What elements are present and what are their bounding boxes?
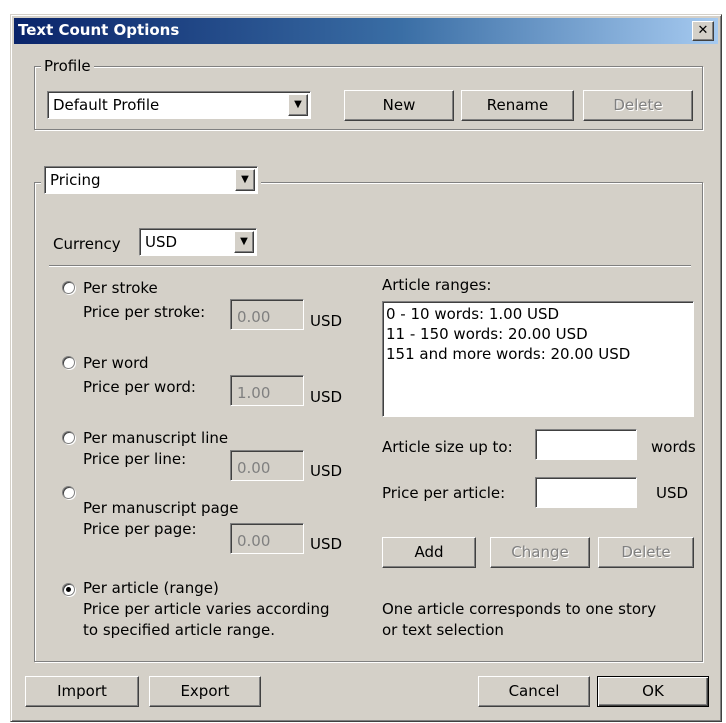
article-note-2: or text selection: [382, 621, 504, 639]
currency-label: Currency: [53, 235, 121, 253]
profile-select-value: Default Profile: [53, 96, 160, 114]
price-per-word-unit: USD: [310, 388, 343, 406]
profile-select[interactable]: Default Profile ▼: [47, 91, 311, 119]
per-article-description-1: Price per article varies according: [83, 600, 330, 618]
text-count-options-dialog: Text Count Options ✕ Profile Default Pro…: [10, 14, 722, 722]
price-per-page-label: Price per page:: [83, 520, 197, 538]
per-stroke-label[interactable]: Per stroke: [83, 279, 158, 297]
price-per-article-label: Price per article:: [382, 484, 506, 502]
list-item[interactable]: 0 - 10 words: 1.00 USD: [386, 305, 559, 323]
price-per-page-input[interactable]: 0.00: [230, 523, 304, 554]
price-per-article-input[interactable]: [535, 477, 637, 508]
price-per-article-unit: USD: [656, 484, 689, 502]
price-per-stroke-unit: USD: [310, 312, 343, 330]
price-per-word-value: 1.00: [237, 384, 271, 402]
section-select-value: Pricing: [50, 171, 101, 189]
per-article-label[interactable]: Per article (range): [83, 579, 219, 597]
price-per-line-unit: USD: [310, 462, 343, 480]
price-per-line-label: Price per line:: [83, 450, 187, 468]
ok-button[interactable]: OK: [597, 676, 709, 707]
cancel-button[interactable]: Cancel: [478, 676, 590, 707]
close-button[interactable]: ✕: [692, 21, 714, 41]
per-line-radio[interactable]: [62, 431, 75, 444]
price-per-line-value: 0.00: [237, 459, 271, 477]
article-note-1: One article corresponds to one story: [382, 600, 657, 618]
price-per-page-unit: USD: [310, 535, 343, 553]
chevron-down-icon[interactable]: ▼: [235, 169, 255, 191]
per-word-label[interactable]: Per word: [83, 354, 149, 372]
list-item[interactable]: 151 and more words: 20.00 USD: [386, 345, 630, 363]
window-title: Text Count Options: [18, 21, 180, 39]
chevron-down-icon[interactable]: ▼: [234, 231, 254, 253]
article-ranges-label: Article ranges:: [382, 276, 492, 294]
delete-profile-button[interactable]: Delete: [583, 90, 693, 121]
article-ranges-list[interactable]: 0 - 10 words: 1.00 USD 11 - 150 words: 2…: [382, 301, 694, 417]
price-per-word-input[interactable]: 1.00: [230, 375, 304, 406]
price-per-page-value: 0.00: [237, 532, 271, 550]
article-size-input[interactable]: [535, 429, 637, 460]
new-profile-button[interactable]: New: [344, 90, 454, 121]
per-article-description-2: to specified article range.: [83, 621, 275, 639]
article-size-unit: words: [651, 438, 696, 456]
per-article-radio[interactable]: [62, 583, 75, 596]
title-bar[interactable]: Text Count Options ✕: [14, 18, 718, 44]
per-stroke-radio[interactable]: [62, 281, 75, 294]
rename-profile-button[interactable]: Rename: [461, 90, 574, 121]
chevron-down-icon[interactable]: ▼: [288, 94, 308, 116]
pricing-separator: [49, 265, 691, 267]
price-per-word-label: Price per word:: [83, 378, 196, 396]
price-per-stroke-value: 0.00: [237, 308, 271, 326]
add-range-button[interactable]: Add: [382, 537, 476, 568]
delete-range-button[interactable]: Delete: [598, 537, 694, 568]
profile-legend: Profile: [41, 57, 94, 75]
close-icon: ✕: [697, 23, 709, 38]
per-page-radio[interactable]: [62, 486, 75, 499]
currency-select-value: USD: [145, 233, 178, 251]
article-size-label: Article size up to:: [382, 438, 513, 456]
change-range-button[interactable]: Change: [490, 537, 590, 568]
import-button[interactable]: Import: [25, 676, 139, 707]
price-per-stroke-input[interactable]: 0.00: [230, 299, 304, 330]
section-select[interactable]: Pricing ▼: [44, 166, 258, 194]
per-line-label[interactable]: Per manuscript line: [83, 429, 228, 447]
per-page-label[interactable]: Per manuscript page: [83, 499, 239, 517]
price-per-stroke-label: Price per stroke:: [83, 303, 206, 321]
per-word-radio[interactable]: [62, 356, 75, 369]
price-per-line-input[interactable]: 0.00: [230, 450, 304, 481]
list-item[interactable]: 11 - 150 words: 20.00 USD: [386, 325, 588, 343]
export-button[interactable]: Export: [149, 676, 261, 707]
currency-select[interactable]: USD ▼: [139, 228, 257, 256]
